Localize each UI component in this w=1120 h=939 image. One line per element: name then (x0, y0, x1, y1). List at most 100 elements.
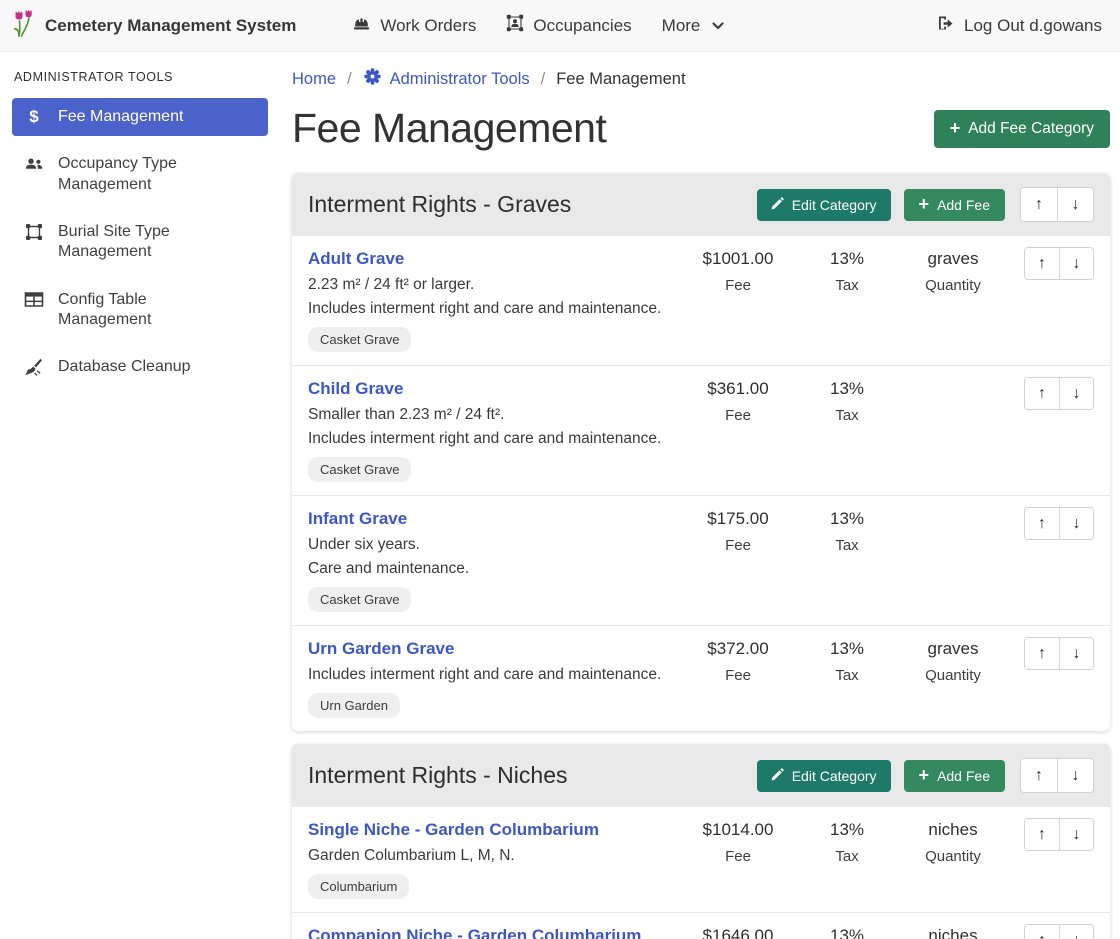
fee-line: Smaller than 2.23 m² / 24 ft². (308, 406, 672, 424)
fee-quantity-column: niches Quantity (900, 818, 1006, 865)
move-fee-down-button[interactable]: ↓ (1059, 925, 1093, 939)
fee-name-link[interactable]: Single Niche - Garden Columbarium (308, 820, 599, 840)
sidebar-item-burial-site-type-management[interactable]: Burial Site Type Management (12, 213, 268, 272)
arrow-down-icon: ↓ (1072, 196, 1080, 213)
fee-amount-label: Fee (682, 537, 794, 554)
move-fee-up-button[interactable]: ↑ (1025, 248, 1059, 279)
edit-category-label: Edit Category (792, 768, 877, 784)
fee-tax-value: 13% (794, 639, 900, 659)
sidebar-item-fee-management[interactable]: $ Fee Management (12, 98, 268, 136)
fee-line: Includes interment right and care and ma… (308, 430, 672, 448)
sidebar-heading: ADMINISTRATOR TOOLS (14, 70, 266, 84)
sidebar-item-database-cleanup[interactable]: Database Cleanup (12, 348, 268, 386)
breadcrumb-administrator-tools[interactable]: Administrator Tools (363, 67, 530, 91)
fee-tax-label: Tax (794, 667, 900, 684)
fee-row: Child Grave Smaller than 2.23 m² / 24 ft… (292, 365, 1110, 495)
sidebar-item-label: Occupancy Type Management (58, 154, 240, 195)
fee-tax-value: 13% (794, 820, 900, 840)
fee-quantity-column: niches Quantity (900, 924, 1006, 939)
move-category-up-button[interactable]: ↑ (1021, 188, 1057, 221)
nav-work-orders[interactable]: Work Orders (352, 14, 476, 38)
fee-type-badge: Urn Garden (308, 693, 400, 718)
fee-amount-label: Fee (682, 667, 794, 684)
arrow-up-icon: ↑ (1035, 767, 1043, 784)
move-fee-down-button[interactable]: ↓ (1059, 248, 1093, 279)
fee-main: Child Grave Smaller than 2.23 m² / 24 ft… (308, 377, 682, 482)
move-fee-up-button[interactable]: ↑ (1025, 638, 1059, 669)
fee-type-badge: Casket Grave (308, 587, 411, 612)
pencil-icon (771, 768, 784, 784)
fee-line: 2.23 m² / 24 ft² or larger. (308, 276, 672, 294)
fee-name-link[interactable]: Companion Niche - Garden Columbarium (308, 926, 641, 939)
app-brand[interactable]: Cemetery Management System (12, 9, 296, 42)
fee-quantity-label: Quantity (900, 667, 1006, 684)
fee-amount-label: Fee (682, 407, 794, 424)
breadcrumb: Home / Administrator Tools / Fee Managem… (292, 67, 1110, 91)
logout-link[interactable]: Log Out d.gowans (936, 14, 1102, 38)
edit-category-button[interactable]: Edit Category (757, 760, 891, 792)
arrow-up-icon: ↑ (1038, 255, 1046, 272)
category-title: Interment Rights - Graves (308, 191, 757, 218)
nav-work-orders-label: Work Orders (380, 16, 476, 36)
fee-quantity-value: graves (900, 249, 1006, 269)
sidebar-item-config-table-management[interactable]: Config Table Management (12, 281, 268, 340)
fee-amount-label: Fee (682, 277, 794, 294)
tulip-logo-icon (12, 9, 36, 42)
fee-quantity-label: Quantity (900, 277, 1006, 294)
edit-category-button[interactable]: Edit Category (757, 189, 891, 221)
move-fee-up-button[interactable]: ↑ (1025, 508, 1059, 539)
fee-tax-column: 13% Tax (794, 247, 900, 294)
add-fee-label: Add Fee (937, 197, 990, 213)
fee-tax-label: Tax (794, 277, 900, 294)
sidebar-item-label: Config Table Management (58, 290, 240, 331)
fee-description: Includes interment right and care and ma… (308, 666, 672, 684)
fee-tax-column: 13% Tax (794, 507, 900, 554)
fee-reorder-group: ↑ ↓ (1024, 818, 1094, 851)
page-title: Fee Management (292, 105, 606, 152)
people-icon (23, 155, 45, 173)
main-content: Home / Administrator Tools / Fee Managem… (280, 52, 1120, 939)
fee-type-badge: Casket Grave (308, 457, 411, 482)
nav-more[interactable]: More (662, 14, 726, 37)
main-nav: Work Orders Occupancies More (322, 14, 725, 38)
fee-name-link[interactable]: Adult Grave (308, 249, 404, 269)
edit-category-label: Edit Category (792, 197, 877, 213)
add-fee-button[interactable]: + Add Fee (904, 760, 1005, 792)
move-category-up-button[interactable]: ↑ (1021, 759, 1057, 792)
fee-amount-value: $1646.00 (682, 926, 794, 939)
fee-amount-value: $175.00 (682, 509, 794, 529)
nav-occupancies[interactable]: Occupancies (506, 14, 631, 37)
move-fee-down-button[interactable]: ↓ (1059, 638, 1093, 669)
broom-icon (23, 358, 45, 377)
fee-name-link[interactable]: Urn Garden Grave (308, 639, 454, 659)
category-body: Single Niche - Garden Columbarium Garden… (292, 807, 1110, 939)
fee-name-link[interactable]: Infant Grave (308, 509, 407, 529)
fee-name-link[interactable]: Child Grave (308, 379, 403, 399)
sidebar-item-occupancy-type-management[interactable]: Occupancy Type Management (12, 145, 268, 204)
fee-tax-value: 13% (794, 926, 900, 939)
move-fee-down-button[interactable]: ↓ (1059, 819, 1093, 850)
fee-main: Companion Niche - Garden Columbarium Gar… (308, 924, 682, 939)
logout-icon (936, 14, 955, 38)
breadcrumb-home[interactable]: Home (292, 70, 336, 89)
move-fee-up-button[interactable]: ↑ (1025, 819, 1059, 850)
add-fee-category-label: Add Fee Category (968, 120, 1094, 138)
fee-row: Adult Grave 2.23 m² / 24 ft² or larger.I… (292, 236, 1110, 365)
breadcrumb-administrator-tools-label: Administrator Tools (390, 70, 530, 89)
add-fee-category-button[interactable]: + Add Fee Category (934, 110, 1110, 148)
move-category-down-button[interactable]: ↓ (1057, 188, 1093, 221)
fee-tax-label: Tax (794, 537, 900, 554)
move-fee-up-button[interactable]: ↑ (1025, 925, 1059, 939)
category-body: Adult Grave 2.23 m² / 24 ft² or larger. I… (292, 236, 1110, 731)
move-fee-down-button[interactable]: ↓ (1059, 378, 1093, 409)
hard-hat-icon (352, 14, 371, 38)
move-category-down-button[interactable]: ↓ (1057, 759, 1093, 792)
arrow-up-icon: ↑ (1038, 515, 1046, 532)
move-fee-up-button[interactable]: ↑ (1025, 378, 1059, 409)
add-fee-button[interactable]: + Add Fee (904, 189, 1005, 221)
move-fee-down-button[interactable]: ↓ (1059, 508, 1093, 539)
fee-amount-value: $361.00 (682, 379, 794, 399)
sidebar-item-label: Database Cleanup (58, 357, 191, 377)
arrow-down-icon: ↓ (1073, 645, 1081, 662)
fee-line: Care and maintenance. (308, 560, 672, 578)
